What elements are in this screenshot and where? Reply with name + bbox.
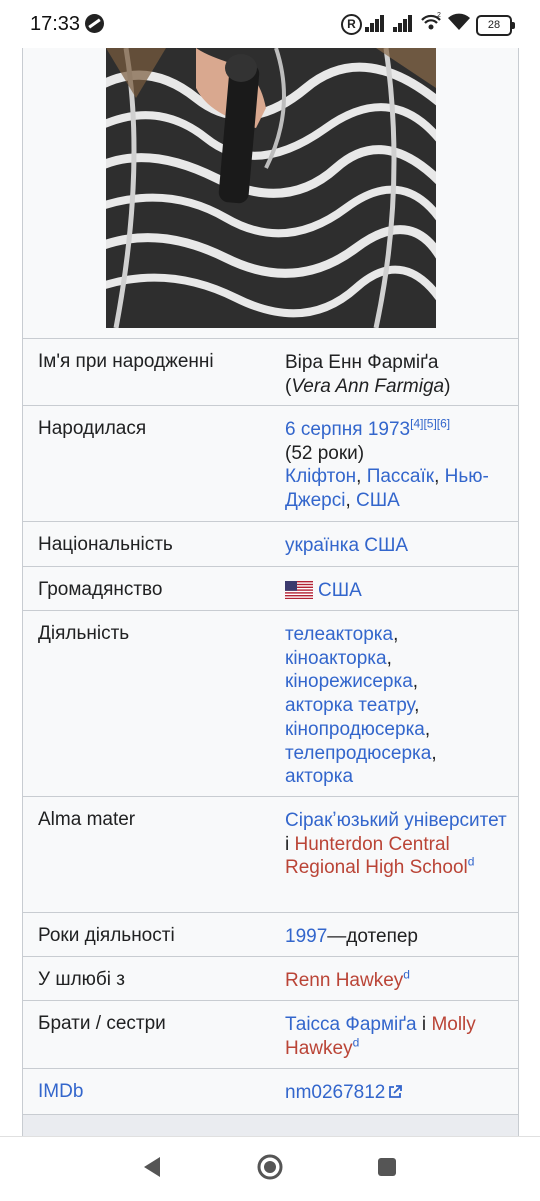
infobox-row-siblings: Брати / сестри Таісса Фарміґа і Molly Ha… bbox=[23, 1000, 518, 1069]
row-label: У шлюбі з bbox=[38, 969, 126, 990]
infobox-row-born: Народилася 6 серпня 1973[4][5][6] (52 ро… bbox=[23, 405, 518, 522]
back-icon[interactable] bbox=[142, 1155, 162, 1179]
row-value: США bbox=[285, 579, 510, 603]
birth-name: Віра Енн Фарміґа bbox=[285, 352, 439, 373]
imdb-label-link[interactable]: IMDb bbox=[38, 1081, 83, 1103]
svg-text:2: 2 bbox=[437, 12, 441, 19]
citizenship-link[interactable]: США bbox=[318, 580, 362, 601]
recents-icon[interactable] bbox=[377, 1157, 397, 1177]
occupation-link[interactable]: телепродюсерка bbox=[285, 743, 431, 764]
row-value: 6 серпня 1973[4][5][6] (52 роки) Кліфтон… bbox=[285, 416, 489, 512]
row-value: Віра Енн Фарміґа (Vera Ann Farmiga) bbox=[285, 352, 451, 397]
sibling-link-taissa[interactable]: Таісса Фарміґа bbox=[285, 1014, 417, 1035]
imdb-id-link[interactable]: nm0267812 bbox=[285, 1082, 385, 1103]
ref-link[interactable]: [5] bbox=[423, 417, 436, 431]
years-rest: —дотепер bbox=[327, 926, 418, 947]
infobox-row-imdb: IMDb nm0267812 bbox=[23, 1068, 518, 1115]
row-value: українка США bbox=[285, 534, 510, 558]
infobox-row-years-active: Роки діяльності 1997—дотепер bbox=[23, 912, 518, 957]
row-value: телеакторка, кіноакторка, кінорежисерка,… bbox=[285, 624, 437, 788]
conjunction: і bbox=[285, 833, 290, 855]
infobox-row-citizenship: Громадянство США bbox=[23, 566, 518, 611]
place-link-passaic[interactable]: Пассаїк bbox=[367, 466, 434, 487]
battery-icon: 28 bbox=[476, 15, 515, 36]
infobox: Ім'я при народженні Віра Енн Фарміґа (Ver… bbox=[22, 48, 519, 1137]
row-label: Ім'я при народженні bbox=[38, 351, 214, 372]
birth-date-link[interactable]: 6 серпня 1973 bbox=[285, 419, 410, 440]
row-label: Діяльність bbox=[38, 623, 130, 644]
nationality-link[interactable]: українка США bbox=[285, 535, 408, 556]
home-icon[interactable] bbox=[256, 1153, 284, 1181]
row-label: Alma mater bbox=[38, 809, 136, 830]
occupation-link[interactable]: кіноакторка bbox=[285, 648, 387, 669]
birth-name-latin: Vera Ann Farmiga bbox=[291, 375, 445, 397]
do-not-disturb-icon bbox=[85, 14, 104, 33]
row-value: nm0267812 bbox=[285, 1081, 510, 1105]
place-link-clifton[interactable]: Кліфтон bbox=[285, 466, 356, 487]
conjunction: і bbox=[421, 1014, 427, 1035]
row-value: Таісса Фарміґа і Molly Hawkeyd bbox=[285, 1013, 510, 1060]
wikidata-link[interactable]: d bbox=[403, 968, 410, 982]
infobox-row-occupation: Діяльність телеакторка, кіноакторка, кін… bbox=[23, 610, 518, 797]
row-label: Брати / сестри bbox=[38, 1013, 166, 1034]
row-label: Народилася bbox=[38, 418, 147, 439]
infobox-footer bbox=[23, 1114, 518, 1137]
ref-link[interactable]: [6] bbox=[437, 417, 450, 431]
hotspot-icon: 2 bbox=[421, 12, 441, 30]
infobox-row-nationality: Національність українка США bbox=[23, 521, 518, 567]
spouse-link[interactable]: Renn Hawkey bbox=[285, 970, 403, 991]
infobox-row-spouse: У шлюбі з Renn Hawkeyd bbox=[23, 956, 518, 1001]
place-link-usa[interactable]: США bbox=[356, 490, 400, 511]
occupation-link[interactable]: акторка театру bbox=[285, 695, 414, 716]
infobox-row-birth-name: Ім'я при народженні Віра Енн Фарміґа (Ver… bbox=[23, 338, 518, 406]
syracuse-university-link[interactable]: Сіракʼюзький університет bbox=[285, 810, 507, 831]
age-text: (52 роки) bbox=[285, 442, 365, 464]
status-bar: 17:33 R 2 28 bbox=[0, 0, 540, 48]
signal-icon-2 bbox=[393, 14, 417, 32]
occupation-link[interactable]: телеакторка bbox=[285, 624, 393, 645]
hunterdon-school-link[interactable]: Hunterdon Central Regional High School bbox=[285, 834, 468, 879]
occupation-link[interactable]: кінопродюсерка bbox=[285, 719, 425, 740]
occupation-link[interactable]: акторка bbox=[285, 766, 353, 787]
year-link[interactable]: 1997 bbox=[285, 926, 327, 947]
us-flag-icon bbox=[285, 581, 313, 599]
registered-icon: R bbox=[341, 14, 362, 35]
portrait-image[interactable] bbox=[106, 48, 436, 328]
wikidata-link[interactable]: d bbox=[468, 855, 475, 869]
wifi-icon bbox=[448, 13, 470, 30]
occupation-link[interactable]: кінорежисерка bbox=[285, 671, 413, 692]
external-link-icon bbox=[389, 1085, 403, 1098]
row-value: Сіракʼюзький університет і Hunterdon Cen… bbox=[285, 809, 510, 880]
status-time: 17:33 bbox=[30, 13, 81, 35]
row-label: Національність bbox=[38, 534, 173, 555]
ref-link[interactable]: [4] bbox=[410, 417, 423, 431]
infobox-row-alma-mater: Alma mater Сіракʼюзький університет і Hu… bbox=[23, 796, 518, 913]
row-value: 1997—дотепер bbox=[285, 925, 510, 949]
row-label: Громадянство bbox=[38, 579, 163, 600]
row-label: Роки діяльності bbox=[38, 925, 175, 946]
row-value: Renn Hawkeyd bbox=[285, 969, 510, 993]
wikidata-link[interactable]: d bbox=[353, 1035, 360, 1049]
signal-icon bbox=[365, 14, 389, 32]
navigation-bar bbox=[0, 1136, 540, 1201]
